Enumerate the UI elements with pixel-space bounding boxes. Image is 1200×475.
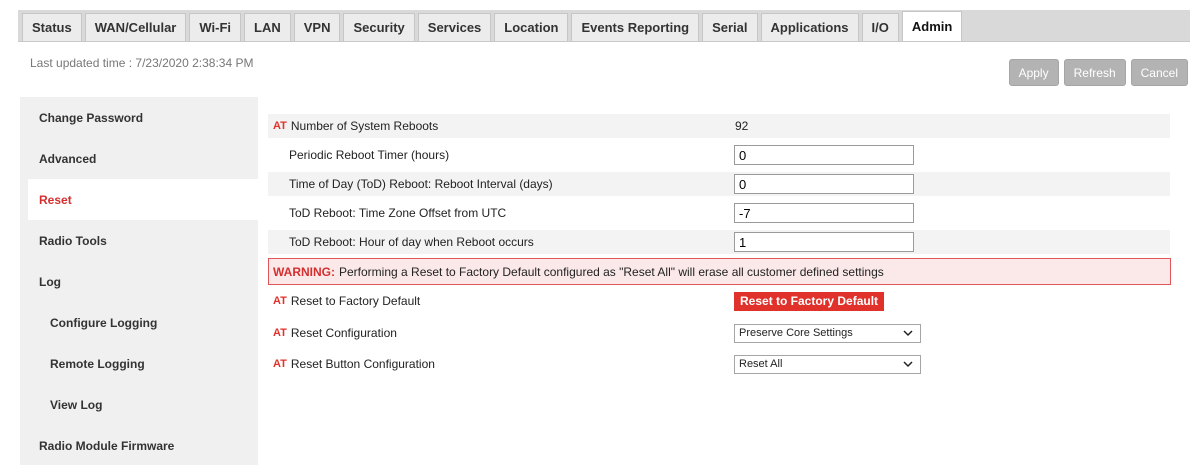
factory-reset-warning: WARNING: Performing a Reset to Factory D… bbox=[268, 258, 1171, 285]
factory-reset-label: Reset to Factory Default bbox=[290, 294, 421, 308]
apply-button[interactable]: Apply bbox=[1008, 59, 1059, 86]
reset-configuration-label: Reset Configuration bbox=[290, 326, 397, 340]
refresh-button[interactable]: Refresh bbox=[1063, 59, 1126, 86]
at-command-badge: AT bbox=[273, 120, 287, 132]
warning-text: Performing a Reset to Factory Default co… bbox=[339, 264, 884, 279]
sidebar-item-remote-logging[interactable]: Remote Logging bbox=[28, 343, 258, 384]
reset-button-config-select[interactable]: Reset All bbox=[734, 354, 921, 374]
tz-offset-label: ToD Reboot: Time Zone Offset from UTC bbox=[289, 206, 507, 220]
tab-security[interactable]: Security bbox=[343, 13, 415, 41]
tod-interval-input[interactable] bbox=[734, 174, 914, 194]
tab-wan-cellular[interactable]: WAN/Cellular bbox=[84, 13, 187, 41]
tab-status[interactable]: Status bbox=[22, 13, 82, 41]
reset-configuration-row: AT Reset Configuration Preserve Core Set… bbox=[268, 321, 1170, 345]
sidebar-item-radio-tools[interactable]: Radio Tools bbox=[28, 220, 258, 261]
reset-settings-content: AT Number of System Reboots 92 Periodic … bbox=[258, 97, 1190, 465]
tab-events-reporting[interactable]: Events Reporting bbox=[571, 13, 700, 41]
tab-serial[interactable]: Serial bbox=[702, 13, 758, 41]
reboot-hour-input[interactable] bbox=[734, 232, 914, 252]
reset-configuration-select[interactable]: Preserve Core Settings bbox=[734, 323, 921, 343]
admin-sidebar: Change Password Advanced Reset Radio Too… bbox=[28, 97, 258, 465]
tab-applications[interactable]: Applications bbox=[760, 13, 859, 41]
tab-location[interactable]: Location bbox=[494, 13, 569, 41]
chevron-down-icon bbox=[903, 360, 913, 367]
at-command-badge: AT bbox=[273, 295, 287, 307]
tab-vpn[interactable]: VPN bbox=[293, 13, 341, 41]
main-tab-bar: Status WAN/Cellular Wi-Fi LAN VPN Securi… bbox=[18, 10, 1190, 42]
periodic-reboot-input[interactable] bbox=[734, 145, 914, 165]
tab-services[interactable]: Services bbox=[417, 13, 492, 41]
periodic-reboot-row: Periodic Reboot Timer (hours) bbox=[268, 143, 1170, 167]
action-buttons: Apply Refresh Cancel bbox=[1008, 59, 1188, 86]
tz-offset-row: ToD Reboot: Time Zone Offset from UTC bbox=[268, 201, 1170, 225]
tab-admin[interactable]: Admin bbox=[901, 11, 963, 41]
chevron-down-icon bbox=[903, 329, 913, 336]
sidebar-item-advanced[interactable]: Advanced bbox=[28, 138, 258, 179]
tab-io[interactable]: I/O bbox=[861, 13, 899, 41]
main-panel: Change Password Advanced Reset Radio Too… bbox=[20, 97, 1190, 465]
tab-lan[interactable]: LAN bbox=[244, 13, 291, 41]
reboot-hour-label: ToD Reboot: Hour of day when Reboot occu… bbox=[289, 235, 534, 249]
tod-interval-label: Time of Day (ToD) Reboot: Reboot Interva… bbox=[289, 177, 553, 191]
factory-reset-row: AT Reset to Factory Default Reset to Fac… bbox=[268, 289, 1170, 313]
tod-interval-row: Time of Day (ToD) Reboot: Reboot Interva… bbox=[268, 172, 1170, 196]
reboot-hour-row: ToD Reboot: Hour of day when Reboot occu… bbox=[268, 230, 1170, 254]
sidebar-item-log[interactable]: Log bbox=[28, 261, 258, 302]
reset-button-config-row: AT Reset Button Configuration Reset All bbox=[268, 352, 1170, 376]
sidebar-item-reset[interactable]: Reset bbox=[28, 179, 258, 220]
periodic-reboot-label: Periodic Reboot Timer (hours) bbox=[289, 148, 450, 162]
last-updated-time: Last updated time : 7/23/2020 2:38:34 PM bbox=[30, 56, 254, 70]
reboots-value: 92 bbox=[735, 119, 749, 133]
cancel-button[interactable]: Cancel bbox=[1130, 59, 1188, 86]
tab-wifi[interactable]: Wi-Fi bbox=[189, 13, 242, 41]
sidebar-item-change-password[interactable]: Change Password bbox=[28, 97, 258, 138]
reboots-label: Number of System Reboots bbox=[290, 119, 439, 133]
warning-label: WARNING: bbox=[273, 264, 335, 279]
reboots-row: AT Number of System Reboots 92 bbox=[268, 114, 1170, 138]
sidebar-item-view-log[interactable]: View Log bbox=[28, 384, 258, 425]
reset-configuration-value: Preserve Core Settings bbox=[739, 327, 853, 339]
reset-button-config-label: Reset Button Configuration bbox=[290, 357, 435, 371]
at-command-badge: AT bbox=[273, 327, 287, 339]
sidebar-item-configure-logging[interactable]: Configure Logging bbox=[28, 302, 258, 343]
sidebar-item-radio-module-firmware[interactable]: Radio Module Firmware bbox=[28, 425, 258, 466]
at-command-badge: AT bbox=[273, 358, 287, 370]
tz-offset-input[interactable] bbox=[734, 203, 914, 223]
reset-button-config-value: Reset All bbox=[739, 358, 783, 370]
reset-to-factory-default-button[interactable]: Reset to Factory Default bbox=[734, 291, 885, 311]
